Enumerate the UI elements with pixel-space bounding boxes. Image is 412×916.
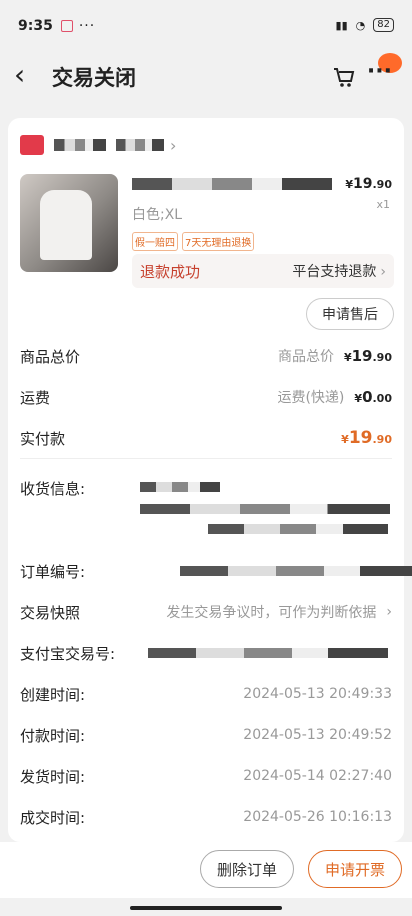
product-title-redacted bbox=[132, 178, 332, 190]
status-right: ▮▮ ◔ 82 bbox=[336, 18, 394, 32]
done-value: 2024-05-26 10:16:13 bbox=[243, 809, 392, 825]
snapshot-value: 发生交易争议时，可作为判断依据 bbox=[166, 605, 377, 621]
paid-time-row: 付款时间: 2024-05-13 20:49:52 bbox=[20, 723, 392, 747]
request-invoice-button[interactable]: 申请开票 bbox=[308, 850, 402, 888]
refund-status-bar[interactable]: 退款成功 平台支持退款 › bbox=[132, 254, 394, 288]
status-time: 9:35 bbox=[18, 18, 53, 34]
shop-logo bbox=[20, 135, 44, 155]
back-icon[interactable]: ‹ bbox=[14, 60, 25, 90]
status-bar: 9:35 ··· ▮▮ ◔ 82 bbox=[0, 0, 412, 52]
address-label: 收货信息: bbox=[20, 479, 86, 498]
battery-icon: 82 bbox=[373, 18, 394, 32]
product-quantity: x1 bbox=[376, 198, 390, 211]
created-value: 2024-05-13 20:49:33 bbox=[243, 686, 392, 702]
signal-icon: ▮▮ bbox=[335, 18, 348, 32]
nav-bar: ‹ 交易关闭 ··· bbox=[0, 52, 412, 102]
page-title: 交易关闭 bbox=[52, 66, 136, 90]
product-image[interactable] bbox=[20, 174, 118, 272]
done-label: 成交时间: bbox=[20, 808, 86, 827]
shop-row[interactable]: › bbox=[20, 134, 176, 156]
refund-support: 平台支持退款 › bbox=[292, 264, 386, 280]
home-indicator[interactable] bbox=[130, 906, 282, 910]
paid-label: 实付款 bbox=[20, 429, 66, 448]
product-price: ¥19.90 bbox=[345, 176, 392, 192]
shipping-sub: 运费(快递) bbox=[277, 390, 345, 406]
created-label: 创建时间: bbox=[20, 685, 86, 704]
shipped-label: 发货时间: bbox=[20, 767, 86, 786]
address-redacted bbox=[208, 524, 388, 534]
address-redacted bbox=[140, 504, 390, 514]
tag-fake-guarantee: 假一赔四 bbox=[132, 232, 178, 251]
snapshot-row[interactable]: 交易快照 发生交易争议时，可作为判断依据 › bbox=[20, 600, 392, 624]
shipping-value: ¥0.00 bbox=[354, 388, 392, 406]
shop-name-redacted bbox=[116, 139, 164, 151]
tag-7-day-return: 7天无理由退换 bbox=[182, 232, 255, 251]
order-number-redacted bbox=[180, 566, 412, 576]
shipping-label: 运费 bbox=[20, 388, 51, 407]
created-row: 创建时间: 2024-05-13 20:49:33 bbox=[20, 682, 392, 706]
product-tags: 假一赔四 7天无理由退换 bbox=[132, 232, 255, 251]
refund-status: 退款成功 bbox=[140, 262, 201, 281]
shipped-value: 2024-05-14 02:27:40 bbox=[243, 768, 392, 784]
goods-total-value: ¥19.90 bbox=[343, 347, 392, 365]
chevron-right-icon: › bbox=[170, 135, 177, 155]
order-number-label: 订单编号: bbox=[20, 562, 86, 581]
alipay-label: 支付宝交易号: bbox=[20, 644, 116, 663]
shipped-row: 发货时间: 2024-05-14 02:27:40 bbox=[20, 764, 392, 788]
snapshot-label: 交易快照 bbox=[20, 603, 81, 622]
delete-order-button[interactable]: 删除订单 bbox=[200, 850, 294, 888]
product-spec: 白色;XL bbox=[132, 207, 183, 223]
more-notifications-icon: ··· bbox=[78, 18, 96, 34]
chevron-right-icon: › bbox=[380, 264, 386, 280]
goods-total-sub: 商品总价 bbox=[277, 349, 334, 365]
shipping-row: 运费 运费(快递) ¥0.00 bbox=[20, 385, 392, 409]
goods-total-label: 商品总价 bbox=[20, 347, 81, 366]
wifi-icon: ◔ bbox=[355, 18, 366, 32]
divider bbox=[20, 458, 392, 459]
paid-row: 实付款 ¥19.90 bbox=[20, 426, 392, 450]
goods-total-row: 商品总价 商品总价 ¥19.90 bbox=[20, 344, 392, 368]
paid-time-label: 付款时间: bbox=[20, 726, 86, 745]
after-sale-button[interactable]: 申请售后 bbox=[306, 298, 394, 330]
shop-name-redacted bbox=[54, 139, 106, 151]
cart-icon[interactable] bbox=[332, 66, 356, 88]
paid-value: ¥19.90 bbox=[341, 428, 392, 448]
paid-time-value: 2024-05-13 20:49:52 bbox=[243, 727, 392, 743]
address-redacted bbox=[140, 482, 220, 492]
bottom-action-bar: 删除订单 申请开票 bbox=[0, 842, 412, 898]
notification-icon bbox=[60, 20, 73, 32]
done-row: 成交时间: 2024-05-26 10:16:13 bbox=[20, 805, 392, 829]
more-icon[interactable]: ··· bbox=[367, 61, 392, 83]
alipay-number-redacted bbox=[148, 648, 388, 658]
order-card: › ¥19.90 x1 白色;XL 假一赔四 7天无理由退换 退款成功 平台支持… bbox=[8, 118, 412, 842]
chevron-right-icon: › bbox=[386, 604, 392, 620]
